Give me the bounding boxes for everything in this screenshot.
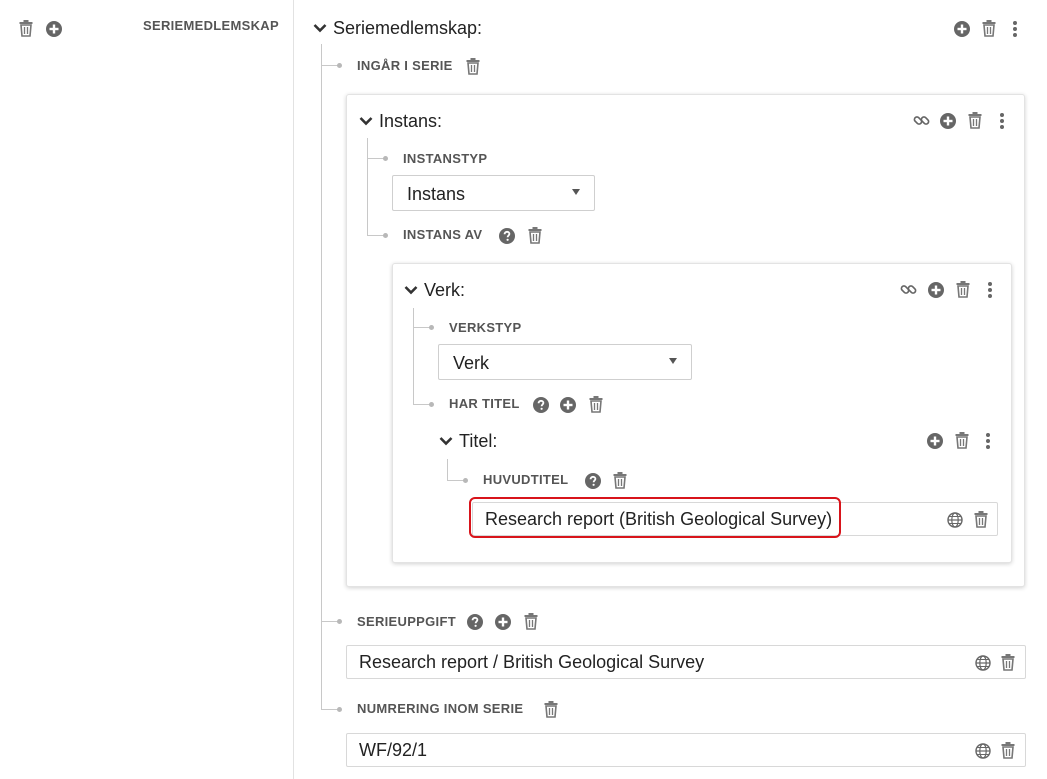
trash-icon[interactable] — [589, 396, 603, 413]
block-title-verk: Verk: — [424, 280, 466, 300]
verkstyp-select[interactable]: Verk — [438, 344, 692, 380]
add-icon[interactable] — [954, 21, 970, 37]
tree-dot — [429, 402, 434, 407]
trash-icon[interactable] — [528, 227, 542, 244]
chevron-down-icon[interactable] — [439, 436, 453, 446]
verkstyp-value: Verk — [453, 353, 490, 373]
more-vertical-icon[interactable] — [999, 112, 1005, 130]
add-icon[interactable] — [940, 113, 956, 129]
trash-icon[interactable] — [968, 112, 982, 129]
caret-down-icon — [669, 358, 677, 364]
help-icon[interactable] — [533, 397, 549, 413]
property-label-huvudtitel: HUVUDTITEL — [483, 472, 569, 487]
more-vertical-icon[interactable] — [987, 281, 993, 299]
link-icon[interactable] — [913, 112, 930, 129]
property-label-verkstyp: VERKSTYP — [449, 320, 522, 335]
numrering-input[interactable]: WF/92/1 — [346, 733, 1026, 767]
more-vertical-icon[interactable] — [1012, 20, 1018, 38]
trash-icon[interactable] — [956, 281, 970, 298]
trash-icon[interactable] — [1001, 654, 1015, 671]
trash-icon[interactable] — [19, 20, 33, 37]
chevron-down-icon[interactable] — [404, 285, 418, 295]
link-icon[interactable] — [900, 281, 917, 298]
tree-dot — [383, 156, 388, 161]
more-vertical-icon[interactable] — [985, 432, 991, 450]
globe-icon[interactable] — [975, 743, 991, 759]
instanstyp-value: Instans — [407, 184, 466, 204]
add-icon[interactable] — [560, 397, 576, 413]
caret-down-icon — [572, 189, 580, 195]
trash-icon[interactable] — [955, 432, 969, 449]
trash-icon[interactable] — [974, 511, 988, 528]
trash-icon[interactable] — [544, 701, 558, 718]
numrering-value: WF/92/1 — [359, 740, 428, 760]
trash-icon[interactable] — [1001, 742, 1015, 759]
serieuppgift-value: Research report / British Geological Sur… — [359, 652, 705, 672]
tree-line — [367, 138, 368, 235]
block-title-instans: Instans: — [379, 111, 443, 131]
chevron-down-icon[interactable] — [313, 23, 327, 33]
tree-dot — [337, 63, 342, 68]
trash-icon[interactable] — [466, 58, 480, 75]
property-label-serieuppgift: SERIEUPPGIFT — [357, 614, 456, 629]
serieuppgift-input[interactable]: Research report / British Geological Sur… — [346, 645, 1026, 679]
help-icon[interactable] — [467, 614, 483, 630]
chevron-down-icon[interactable] — [359, 116, 373, 126]
help-icon[interactable] — [499, 228, 515, 244]
globe-icon[interactable] — [975, 655, 991, 671]
globe-icon[interactable] — [947, 512, 963, 528]
instanstyp-select[interactable]: Instans — [392, 175, 595, 211]
tree-dot — [429, 325, 434, 330]
tree-dot — [463, 478, 468, 483]
block-title-titel: Titel: — [459, 431, 498, 451]
trash-icon[interactable] — [524, 613, 538, 630]
property-label-ingar-i-serie: INGÅR I SERIE — [357, 58, 453, 73]
add-icon[interactable] — [928, 282, 944, 298]
trash-icon[interactable] — [982, 20, 996, 37]
left-pane: SERIEMEDLEMSKAP — [0, 0, 294, 779]
add-icon[interactable] — [927, 433, 943, 449]
property-label-har-titel: HAR TITEL — [449, 396, 520, 411]
add-icon[interactable] — [46, 21, 62, 37]
block-title-seriemedlemskap: Seriemedlemskap: — [333, 18, 483, 38]
tree-line — [447, 459, 448, 480]
trash-icon[interactable] — [613, 472, 627, 489]
property-label: SERIEMEDLEMSKAP — [143, 18, 279, 33]
help-icon[interactable] — [585, 473, 601, 489]
highlight-box — [469, 497, 841, 538]
property-label-instanstyp: INSTANSTYP — [403, 151, 488, 166]
tree-dot — [337, 619, 342, 624]
tree-dot — [337, 707, 342, 712]
add-icon[interactable] — [495, 614, 511, 630]
property-label-numrering: NUMRERING INOM SERIE — [357, 701, 524, 716]
property-label-instans-av: INSTANS AV — [403, 227, 483, 242]
tree-line — [413, 308, 414, 404]
tree-dot — [383, 233, 388, 238]
tree-line — [321, 44, 322, 710]
